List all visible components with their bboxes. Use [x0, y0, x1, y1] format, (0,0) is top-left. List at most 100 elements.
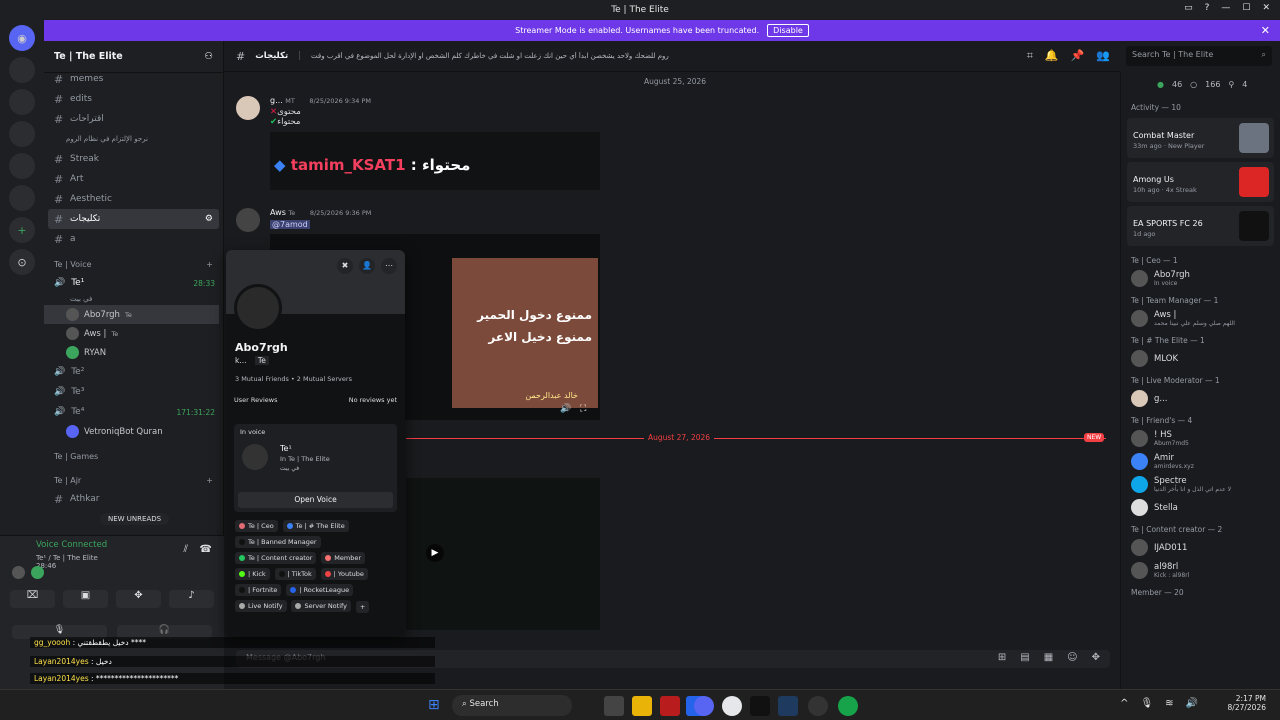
embedded-image[interactable]: ◆ tamim_KSAT1 : محتواء: [270, 132, 600, 190]
activities-button[interactable]: ✥: [116, 590, 161, 608]
chevron-up-icon[interactable]: ^: [1120, 698, 1128, 709]
add-member-icon[interactable]: ⚇: [204, 51, 213, 62]
username[interactable]: Aws: [270, 208, 286, 217]
play-icon[interactable]: ▶: [426, 544, 444, 562]
voice-user[interactable]: VetroniqBot Quran: [44, 422, 223, 441]
voice-location[interactable]: Te¹ / Te | The Elite: [0, 554, 224, 562]
apps-icon[interactable]: ✥: [1092, 652, 1100, 663]
app-icon[interactable]: [722, 696, 742, 716]
gift-icon[interactable]: ⊞: [998, 652, 1006, 663]
noise-suppression-icon[interactable]: ⫽: [184, 544, 188, 555]
avatar[interactable]: [236, 96, 260, 120]
mic-icon[interactable]: 🎙: [1140, 698, 1153, 709]
tiktok-icon[interactable]: [750, 696, 770, 716]
member-item[interactable]: Spectre لا عدم اتي الذل و انا بأخر الدنيا: [1121, 473, 1280, 496]
role-chip[interactable]: Te | Ceo: [235, 520, 278, 532]
maximize-icon[interactable]: ☐: [1242, 3, 1250, 13]
role-chip[interactable]: Te | Banned Manager: [235, 536, 321, 548]
voice-channel[interactable]: 🔊 Te³: [44, 382, 223, 402]
inbox-icon[interactable]: ▭: [1184, 3, 1193, 13]
windows-start-icon[interactable]: ⊞: [428, 697, 440, 713]
bell-icon[interactable]: 🔔: [1045, 49, 1059, 63]
role-chip[interactable]: Server Notify: [291, 600, 352, 612]
help-icon[interactable]: ?: [1205, 3, 1210, 13]
members-icon[interactable]: 👥: [1096, 49, 1110, 63]
minimize-icon[interactable]: —: [1221, 3, 1230, 13]
role-chip[interactable]: | RocketLeague: [286, 584, 354, 596]
disable-button[interactable]: Disable: [767, 24, 809, 37]
volume-icon[interactable]: 🔊: [560, 404, 571, 414]
mutual-friends[interactable]: 3 Mutual Friends: [235, 375, 289, 383]
more-icon[interactable]: ⋯: [381, 258, 397, 274]
mutual-servers[interactable]: 2 Mutual Servers: [297, 375, 352, 383]
role-chip[interactable]: | TikTok: [274, 568, 316, 580]
open-voice-button[interactable]: Open Voice: [238, 492, 393, 508]
user-reviews[interactable]: User Reviews No reviews yet: [234, 396, 397, 404]
voice-user[interactable]: Aws | Te: [44, 324, 223, 343]
voice-user[interactable]: RYAN: [44, 343, 223, 362]
member-item[interactable]: IJAD011: [1121, 536, 1280, 559]
activity-card[interactable]: Combat Master 33m ago · New Player: [1127, 118, 1274, 158]
channel-art[interactable]: # Art: [44, 169, 223, 189]
activity-card[interactable]: Among Us 10h ago · 4x Streak: [1127, 162, 1274, 202]
clock[interactable]: 2:17 PM 8/27/2026: [1228, 694, 1266, 712]
sticker-icon[interactable]: ▦: [1044, 652, 1053, 663]
voice-channel[interactable]: 🔊 Te²: [44, 362, 223, 382]
banner-close-icon[interactable]: ✕: [1261, 24, 1270, 37]
channel-suggestions[interactable]: # اقتراحات: [44, 109, 223, 129]
games-category[interactable]: Te | Games: [44, 447, 223, 465]
channel-a[interactable]: # a: [44, 229, 223, 249]
role-chip[interactable]: | Kick: [235, 568, 270, 580]
settings-icon[interactable]: ⚙: [205, 214, 213, 224]
channel-edits[interactable]: # edits: [44, 89, 223, 109]
server-icon[interactable]: [9, 121, 35, 147]
video-embed[interactable]: ▶: [406, 478, 600, 630]
role-chip[interactable]: | Fortnite: [235, 584, 282, 596]
disconnect-icon[interactable]: ☎: [200, 544, 212, 555]
role-chip[interactable]: Member: [321, 552, 366, 564]
discord-icon[interactable]: [694, 696, 714, 716]
member-item[interactable]: al98rl Kick : al98rl: [1121, 559, 1280, 582]
add-role-button[interactable]: +: [355, 601, 370, 613]
volume-icon[interactable]: 🔊: [1186, 698, 1198, 709]
close-icon[interactable]: ✕: [1262, 3, 1270, 13]
fullscreen-icon[interactable]: ⛶: [580, 404, 586, 414]
ajr-category[interactable]: Te | Ajr +: [44, 471, 223, 489]
channel-active[interactable]: # تكليجات ⚙: [48, 209, 219, 229]
pin-icon[interactable]: 📌: [1071, 49, 1085, 63]
gif-icon[interactable]: ▤: [1020, 652, 1029, 663]
role-chip[interactable]: | Youtube: [320, 568, 368, 580]
new-unreads-pill[interactable]: NEW UNREADS: [100, 513, 170, 525]
profile-avatar[interactable]: [234, 284, 282, 332]
member-item[interactable]: Amir amirdevs.xyz: [1121, 450, 1280, 473]
channel-aesthetic[interactable]: # Aesthetic: [44, 189, 223, 209]
explore-icon[interactable]: ⊙: [9, 249, 35, 275]
add-friend-icon[interactable]: ✖: [337, 258, 353, 274]
avatar[interactable]: [236, 208, 260, 232]
add-channel-icon[interactable]: +: [206, 260, 213, 269]
add-channel-icon[interactable]: +: [206, 476, 213, 485]
member-item[interactable]: Abo7rgh In voice: [1121, 267, 1280, 290]
chrome-icon[interactable]: [838, 696, 858, 716]
server-icon[interactable]: [9, 57, 35, 83]
taskbar-search[interactable]: ⌕ Search: [452, 695, 572, 716]
member-item[interactable]: g...: [1121, 387, 1280, 410]
search-input[interactable]: Search Te | The Elite ⌕: [1126, 46, 1272, 66]
wifi-icon[interactable]: ≋: [1165, 698, 1173, 709]
obs-icon[interactable]: [808, 696, 828, 716]
steam-icon[interactable]: [778, 696, 798, 716]
server-icon[interactable]: [9, 153, 35, 179]
channel-rules-note[interactable]: نرجو الإلتزام في نظام الروم: [44, 129, 223, 149]
task-view-icon[interactable]: [604, 696, 624, 716]
channel-streak[interactable]: # Streak: [44, 149, 223, 169]
member-item[interactable]: Stella: [1121, 496, 1280, 519]
camera-button[interactable]: ⌧: [10, 590, 55, 608]
member-item[interactable]: MLOK: [1121, 347, 1280, 370]
voice-user[interactable]: Abo7rgh Te: [44, 305, 219, 324]
discord-home-icon[interactable]: ◉: [9, 25, 35, 51]
soundboard-button[interactable]: ♪: [169, 590, 214, 608]
app-icon[interactable]: [660, 696, 680, 716]
voice-category[interactable]: Te | Voice +: [44, 255, 223, 273]
username[interactable]: g...: [270, 96, 283, 105]
threads-icon[interactable]: ⌗: [1027, 49, 1033, 63]
